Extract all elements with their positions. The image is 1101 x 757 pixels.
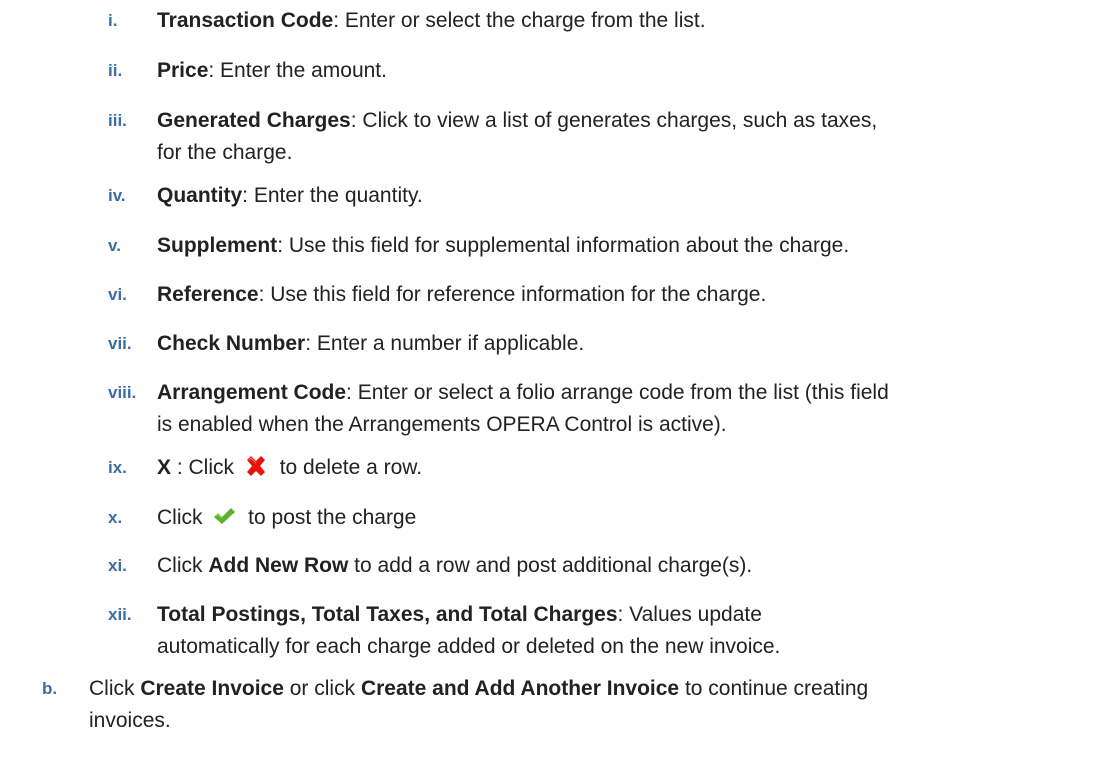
term-reference: Reference [157,283,259,306]
list-marker: vi. [108,285,127,304]
term-price: Price [157,59,209,82]
list-marker: ii. [108,61,123,80]
list-marker: iv. [108,186,126,205]
step-marker: b. [42,679,58,698]
term-arrangement-code: Arrangement Code [157,381,347,404]
list-item-text: Check Number: Enter a number if applicab… [157,332,585,355]
term-transaction-code: Transaction Code [157,9,334,32]
list-item-text: Price: Enter the amount. [157,59,387,82]
term-add-new-row: Add New Row [208,554,349,577]
term-supplement: Supplement [157,234,278,257]
list-item-text: Generated Charges: Click to view a list … [157,109,878,164]
term-quantity: Quantity [157,184,243,207]
list-item-text: Reference: Use this field for reference … [157,283,767,306]
list-item-text: Click to post the charge [157,506,417,529]
term-generated-charges: Generated Charges [157,109,351,132]
list-marker: i. [108,11,118,30]
term-create-invoice: Create Invoice [140,677,284,700]
list-item-text: Click Add New Row to add a row and post … [157,554,753,577]
list-marker: vii. [108,334,132,353]
list-item-text: Total Postings, Total Taxes, and Total C… [157,603,781,658]
list-marker: xi. [108,556,127,575]
term-create-and-add-another-invoice: Create and Add Another Invoice [360,677,680,700]
list-item-text: Transaction Code: Enter or select the ch… [157,9,706,32]
list-marker: xii. [108,605,132,624]
list-item-text: Supplement: Use this field for supplemen… [157,234,850,257]
list-marker: x. [108,508,123,527]
list-item-text: Arrangement Code: Enter or select a foli… [157,381,889,436]
delete-x-icon [246,456,265,476]
list-item-text: X : Click to delete a row. [157,456,423,479]
term-totals: Total Postings, Total Taxes, and Total C… [157,603,618,626]
list-marker: iii. [108,111,127,130]
step-text: Click Create Invoice or click Create and… [89,677,869,732]
list-item-text: Quantity: Enter the quantity. [157,184,423,207]
list-marker: ix. [108,458,127,477]
list-marker: v. [108,236,121,255]
checkmark-icon [214,508,236,524]
term-x: X [157,456,172,479]
term-check-number: Check Number [157,332,306,355]
list-marker: viii. [108,383,137,402]
